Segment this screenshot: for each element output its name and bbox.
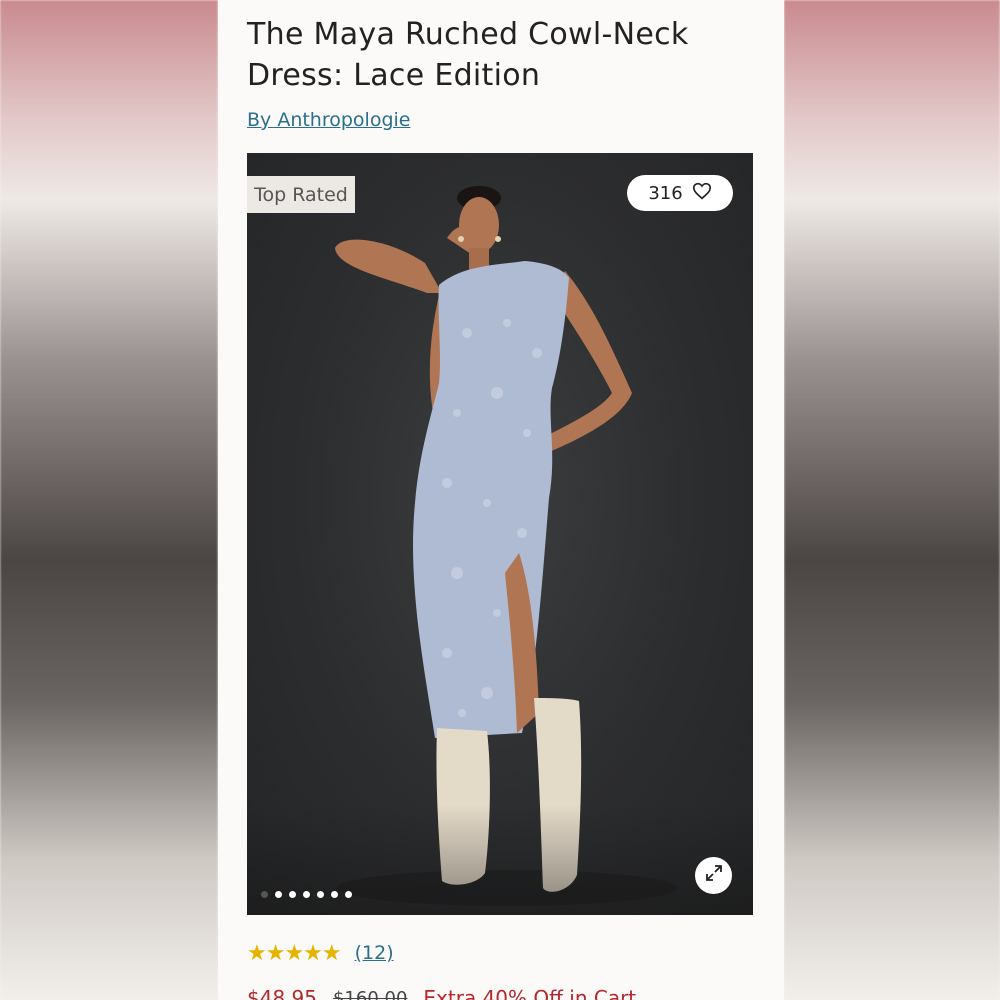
product-title: The Maya Ruched Cowl-Neck Dress: Lace Ed… — [247, 17, 689, 93]
expand-icon — [704, 863, 724, 888]
promo-text: Extra 40% Off in Cart — [423, 986, 637, 1000]
product-panel: The Maya Ruched Cowl-Neck Dress: Lace Ed… — [218, 0, 784, 1000]
carousel-dot[interactable] — [331, 891, 338, 898]
expand-button[interactable] — [695, 857, 732, 894]
heart-icon — [692, 182, 712, 205]
carousel-dot[interactable] — [345, 891, 352, 898]
product-image[interactable]: Top Rated 316 — [247, 153, 753, 915]
top-rated-badge: Top Rated — [247, 176, 355, 213]
favorite-count: 316 — [648, 182, 683, 204]
carousel-dot[interactable] — [289, 891, 296, 898]
floor-shadow — [247, 805, 753, 915]
star-rating: ★★★★★ — [247, 940, 342, 965]
reviews-link[interactable]: (12) — [355, 942, 394, 964]
background-right — [784, 0, 1000, 1000]
rating-row: ★★★★★ (12) — [247, 940, 394, 966]
carousel-dot[interactable] — [261, 891, 268, 898]
carousel-dots — [261, 891, 352, 898]
sale-price: $48.95 — [247, 986, 317, 1000]
favorite-button[interactable]: 316 — [627, 175, 733, 211]
brand-link[interactable]: By Anthropologie — [247, 109, 411, 131]
original-price: $160.00 — [332, 988, 408, 1000]
background-left — [0, 0, 218, 1000]
model-photo — [335, 186, 677, 906]
carousel-dot[interactable] — [303, 891, 310, 898]
price-row: $48.95 $160.00 Extra 40% Off in Cart — [247, 986, 636, 1000]
carousel-dot[interactable] — [317, 891, 324, 898]
carousel-dot[interactable] — [275, 891, 282, 898]
